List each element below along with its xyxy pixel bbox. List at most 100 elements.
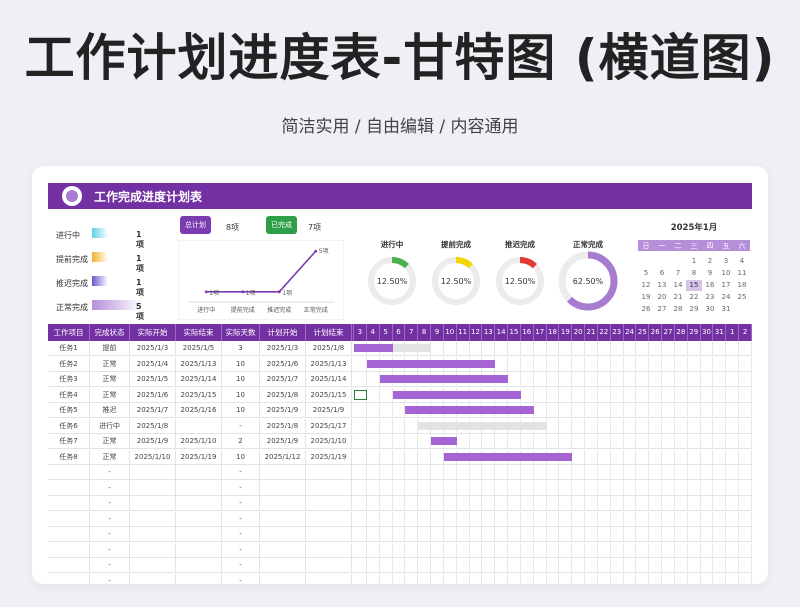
table-cell: 任务1	[48, 341, 90, 356]
gantt-cell	[572, 387, 586, 403]
day-header: 22	[597, 324, 611, 341]
gantt-cell	[521, 372, 534, 387]
gantt-cell	[688, 558, 701, 573]
gantt-cell	[380, 434, 393, 449]
calendar-day: 23	[705, 293, 715, 301]
gantt-cell	[393, 465, 406, 480]
gantt-cell	[521, 558, 534, 573]
gantt-cell	[380, 418, 393, 434]
gantt-cell	[559, 573, 573, 584]
gantt-cell	[624, 434, 637, 449]
gantt-cell	[418, 449, 432, 465]
gantt-cell	[367, 573, 380, 584]
gantt-cell	[534, 480, 547, 496]
table-cell: 任务4	[48, 387, 90, 403]
gantt-cell	[688, 403, 701, 418]
gantt-cell	[393, 527, 406, 542]
gantt-cell	[713, 449, 727, 465]
gantt-cell	[649, 465, 663, 480]
gantt-cell	[688, 496, 701, 511]
day-header: 14	[495, 324, 509, 341]
gantt-cell	[367, 496, 380, 511]
table-cell	[176, 573, 222, 584]
gantt-cell	[444, 527, 457, 542]
gantt-cell	[431, 465, 444, 480]
gantt-cell	[675, 542, 688, 558]
gantt-cell	[701, 496, 714, 511]
table-row: 任务2 正常 2025/1/4 2025/1/13 10 2025/1/6 2025/1/1…	[48, 356, 752, 372]
gantt-cell	[726, 542, 740, 558]
gantt-cell	[585, 449, 598, 465]
gantt-cell	[393, 480, 406, 496]
gantt-cell	[726, 434, 740, 449]
page-subtitle: 简洁实用 / 自由编辑 / 内容通用	[281, 117, 519, 137]
gantt-cell	[470, 465, 483, 480]
table-cell: 2025/1/6	[130, 387, 176, 403]
gantt-cell	[508, 511, 521, 527]
gantt-cell	[636, 403, 650, 418]
gantt-cell	[636, 449, 650, 465]
gantt-cell	[598, 434, 611, 449]
table-row: 任务7 正常 2025/1/9 2025/1/10 2 2025/1/9 2025/1/10	[48, 434, 752, 449]
calendar-day: 8	[691, 269, 697, 277]
table-cell	[260, 558, 306, 573]
gantt-cell	[559, 511, 573, 527]
gantt-cell	[521, 496, 534, 511]
gantt-cell	[405, 527, 419, 542]
gantt-cell	[636, 480, 650, 496]
day-header: 16	[520, 324, 534, 341]
gantt-cell	[726, 356, 740, 372]
calendar-day: 26	[641, 305, 651, 313]
table-row: --	[48, 527, 752, 542]
sheet-card: 工作完成进度计划表 进行中 1项 提前完成 1项 推迟完成 1项 正常完成 5项 总计划 8项…	[32, 166, 768, 584]
day-header: 2	[739, 324, 752, 341]
gantt-cell	[688, 449, 701, 465]
calendar-day	[638, 256, 654, 267]
gantt-cell	[572, 356, 586, 372]
calendar-day: 13	[657, 281, 667, 289]
gantt-cell	[431, 527, 444, 542]
gantt-cell	[636, 372, 650, 387]
gantt-cell	[598, 496, 611, 511]
gantt-cell	[636, 527, 650, 542]
gantt-cell	[405, 542, 419, 558]
table-cell: -	[90, 496, 130, 511]
table-cell: 任务8	[48, 449, 90, 465]
gantt-cell	[701, 372, 714, 387]
gantt-cell	[726, 511, 740, 527]
day-header: 13	[482, 324, 496, 341]
calendar-day: 7	[675, 269, 681, 277]
gantt-cell	[457, 496, 470, 511]
gantt-cell	[470, 341, 483, 356]
gantt-cell	[624, 449, 637, 465]
page-title: 工作计划进度表-甘特图 (横道图)	[24, 29, 776, 87]
gantt-cell	[636, 341, 650, 356]
gantt-cell	[598, 403, 611, 418]
gantt-cell	[611, 573, 624, 584]
gantt-cell	[405, 511, 419, 527]
table-cell: 任务2	[48, 356, 90, 372]
table-cell	[48, 465, 90, 480]
gantt-cell	[559, 542, 573, 558]
gantt-cell	[611, 341, 624, 356]
gantt-actual-bar	[366, 359, 496, 368]
table-cell	[306, 558, 352, 573]
table-cell: 正常	[90, 356, 130, 372]
gantt-cell	[611, 527, 624, 542]
table-cell: 2025/1/14	[306, 372, 352, 387]
table-cell: 2025/1/17	[306, 418, 352, 434]
gantt-cell	[521, 480, 534, 496]
gantt-cell	[726, 573, 740, 584]
day-header: 12	[469, 324, 483, 341]
table-cell: 2025/1/16	[176, 403, 222, 418]
gantt-cell	[547, 341, 560, 356]
gantt-cell	[457, 465, 470, 480]
gantt-cell	[649, 372, 663, 387]
gantt-cell	[649, 527, 663, 542]
gantt-cell	[675, 403, 688, 418]
gantt-cell	[611, 480, 624, 496]
gantt-cell	[367, 542, 380, 558]
gantt-cell	[713, 511, 727, 527]
day-header: 19	[559, 324, 573, 341]
gantt-cell	[380, 387, 393, 403]
